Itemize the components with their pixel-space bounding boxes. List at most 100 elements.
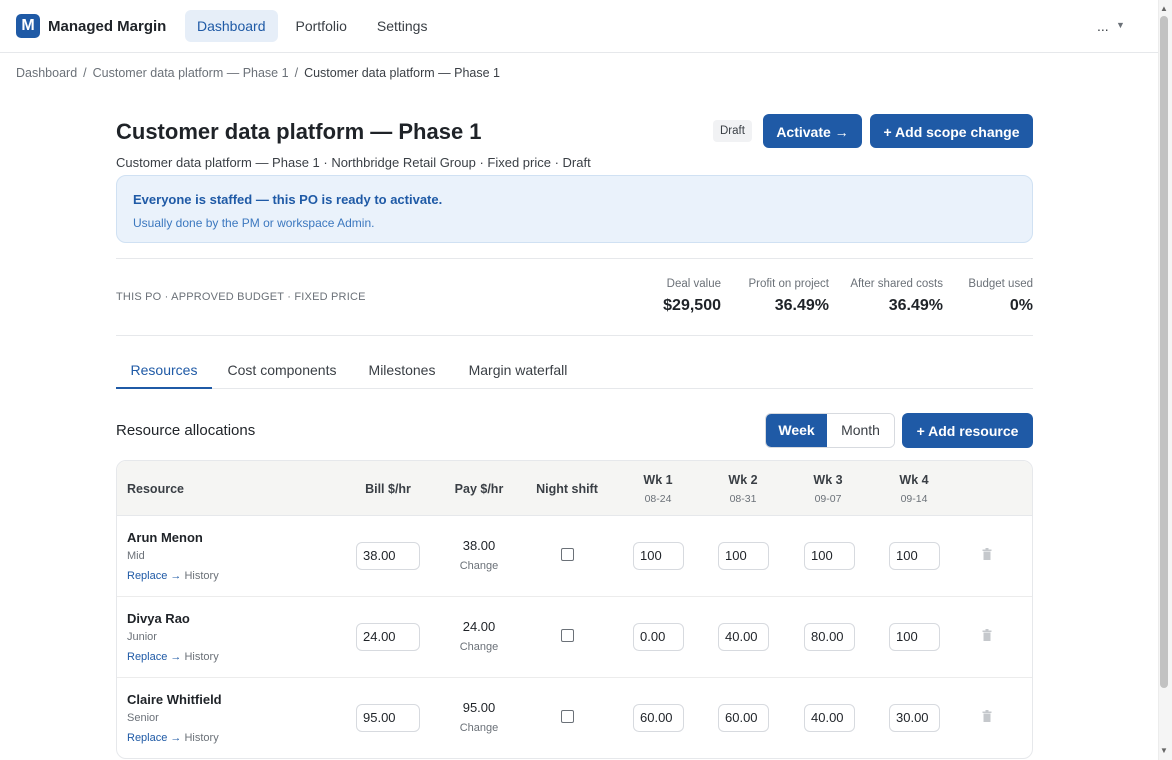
trash-icon[interactable] xyxy=(982,548,992,560)
column-header-week: Wk 1 08-24 xyxy=(628,473,688,505)
banner-subtitle: Usually done by the PM or workspace Admi… xyxy=(133,216,375,230)
ready-banner: Everyone is staffed — this PO is ready t… xyxy=(116,175,1033,243)
week-label: Wk 2 xyxy=(728,473,758,487)
week-date: 08-31 xyxy=(729,493,757,505)
month-toggle-button[interactable]: Month xyxy=(827,414,894,447)
nav-dashboard[interactable]: Dashboard xyxy=(185,10,278,42)
resource-links: Replace → History xyxy=(127,732,219,744)
tab-bar: Resources Cost components Milestones Mar… xyxy=(116,353,1033,389)
week-hours-input[interactable]: 100 xyxy=(889,623,940,651)
column-header-week: Wk 3 09-07 xyxy=(798,473,858,505)
week-hours-input[interactable]: 40.00 xyxy=(804,704,855,732)
app-logo[interactable]: M xyxy=(16,14,40,38)
bill-rate-input[interactable]: 38.00 xyxy=(356,542,420,570)
column-header-week: Wk 4 09-14 xyxy=(884,473,944,505)
kpi-label: After shared costs xyxy=(850,278,943,290)
resource-level: Junior xyxy=(127,631,157,643)
kpi-label: Budget used xyxy=(968,278,1033,290)
breadcrumb-current: Customer data platform — Phase 1 xyxy=(304,66,500,80)
pay-rate-value: 38.00 xyxy=(462,538,496,553)
week-hours-input[interactable]: 0.00 xyxy=(633,623,684,651)
resource-level: Mid xyxy=(127,550,145,562)
kpi-label: Profit on project xyxy=(748,278,829,290)
column-header-bill: Bill $/hr xyxy=(365,482,411,496)
resource-links: Replace → History xyxy=(127,651,219,663)
kpi-after-shared-costs: After shared costs 36.49% xyxy=(843,278,943,315)
resource-name: Claire Whitfield xyxy=(127,692,222,707)
night-shift-checkbox[interactable] xyxy=(561,629,574,642)
week-hours-input[interactable]: 100 xyxy=(804,542,855,570)
column-header-night-shift: Night shift xyxy=(536,482,598,496)
breadcrumb-separator: / xyxy=(83,66,87,80)
activate-button[interactable]: Activate → xyxy=(763,114,862,148)
table-row: Divya Rao Junior Replace → History 24.00… xyxy=(117,597,1032,678)
user-menu[interactable]: ... xyxy=(1097,18,1109,34)
add-scope-change-button[interactable]: + Add scope change xyxy=(870,114,1033,148)
tab-resources[interactable]: Resources xyxy=(116,353,212,389)
resource-name: Arun Menon xyxy=(127,530,203,545)
resource-level: Senior xyxy=(127,712,159,724)
week-toggle-button[interactable]: Week xyxy=(766,414,828,447)
tab-margin-waterfall[interactable]: Margin waterfall xyxy=(458,353,578,389)
night-shift-checkbox[interactable] xyxy=(561,548,574,561)
main-nav: Dashboard Portfolio Settings xyxy=(185,10,439,42)
divider xyxy=(116,335,1033,336)
week-hours-input[interactable]: 40.00 xyxy=(718,623,769,651)
tab-milestones[interactable]: Milestones xyxy=(360,353,444,389)
column-header-week: Wk 2 08-31 xyxy=(713,473,773,505)
week-hours-input[interactable]: 60.00 xyxy=(718,704,769,732)
trash-icon[interactable] xyxy=(982,710,992,722)
replace-link[interactable]: Replace → xyxy=(127,570,181,582)
app-name[interactable]: Managed Margin xyxy=(48,18,166,35)
week-label: Wk 3 xyxy=(813,473,843,487)
bill-rate-input[interactable]: 95.00 xyxy=(356,704,420,732)
top-bar: M Managed Margin Dashboard Portfolio Set… xyxy=(0,0,1158,53)
week-hours-input[interactable]: 30.00 xyxy=(889,704,940,732)
add-resource-button[interactable]: + Add resource xyxy=(902,413,1033,448)
breadcrumb-dashboard[interactable]: Dashboard xyxy=(16,66,77,80)
kpi-value: $29,500 xyxy=(663,297,721,314)
nav-settings[interactable]: Settings xyxy=(365,10,440,42)
week-label: Wk 1 xyxy=(643,473,673,487)
kpi-value: 36.49% xyxy=(774,297,829,314)
replace-link[interactable]: Replace → xyxy=(127,651,181,663)
breadcrumb-project[interactable]: Customer data platform — Phase 1 xyxy=(93,66,289,80)
kpi-profit: Profit on project 36.49% xyxy=(729,278,829,315)
week-hours-input[interactable]: 100 xyxy=(718,542,769,570)
week-hours-input[interactable]: 60.00 xyxy=(633,704,684,732)
pay-change-link[interactable]: Change xyxy=(447,641,511,653)
kpi-label: Deal value xyxy=(666,278,721,290)
table-row: Claire Whitfield Senior Replace → Histor… xyxy=(117,678,1032,758)
history-link[interactable]: History xyxy=(184,570,218,582)
trash-icon[interactable] xyxy=(982,629,992,641)
history-link[interactable]: History xyxy=(184,651,218,663)
night-shift-checkbox[interactable] xyxy=(561,710,574,723)
history-link[interactable]: History xyxy=(184,732,218,744)
replace-link[interactable]: Replace → xyxy=(127,732,181,744)
week-hours-input[interactable]: 100 xyxy=(889,542,940,570)
kpi-budget-used: Budget used 0% xyxy=(957,278,1033,315)
pay-change-link[interactable]: Change xyxy=(447,722,511,734)
column-header-pay: Pay $/hr xyxy=(454,482,504,496)
resource-table: Resource Bill $/hr Pay $/hr Night shift … xyxy=(116,460,1033,759)
scrollbar-thumb[interactable] xyxy=(1160,16,1168,688)
nav-portfolio[interactable]: Portfolio xyxy=(284,10,359,42)
kpi-value: 0% xyxy=(1009,297,1033,314)
page-title: Customer data platform — Phase 1 xyxy=(116,119,482,144)
week-hours-input[interactable]: 100 xyxy=(633,542,684,570)
column-header-resource: Resource xyxy=(127,482,184,496)
chevron-down-icon[interactable]: ▼ xyxy=(1116,20,1125,30)
bill-rate-input[interactable]: 24.00 xyxy=(356,623,420,651)
breadcrumb-separator: / xyxy=(294,66,299,80)
tab-cost-components[interactable]: Cost components xyxy=(220,353,344,389)
scroll-up-icon[interactable]: ▲ xyxy=(1160,4,1168,13)
week-date: 09-07 xyxy=(814,493,842,505)
resource-name: Divya Rao xyxy=(127,611,190,626)
section-title: Resource allocations xyxy=(116,422,256,439)
scroll-down-icon[interactable]: ▼ xyxy=(1160,746,1168,755)
pay-change-link[interactable]: Change xyxy=(447,560,511,572)
week-date: 08-24 xyxy=(644,493,672,505)
banner-title: Everyone is staffed — this PO is ready t… xyxy=(133,192,443,207)
week-label: Wk 4 xyxy=(899,473,929,487)
week-hours-input[interactable]: 80.00 xyxy=(804,623,855,651)
